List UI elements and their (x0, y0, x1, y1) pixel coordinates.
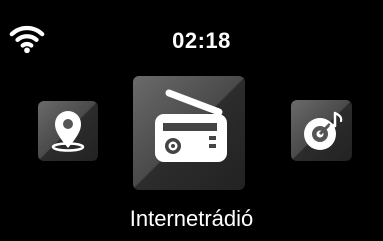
location-pin-icon (51, 111, 85, 152)
menu-item-location[interactable] (38, 101, 98, 161)
radio-icon (155, 89, 227, 162)
music-disc-icon (304, 111, 343, 150)
menu-item-music[interactable] (291, 100, 352, 161)
menu-screen: 02:18 Internetrádió (0, 0, 383, 241)
menu-item-internet-radio[interactable] (133, 76, 245, 190)
clock: 02:18 (172, 28, 231, 53)
selected-item-label: Internetrádió (129, 206, 254, 231)
